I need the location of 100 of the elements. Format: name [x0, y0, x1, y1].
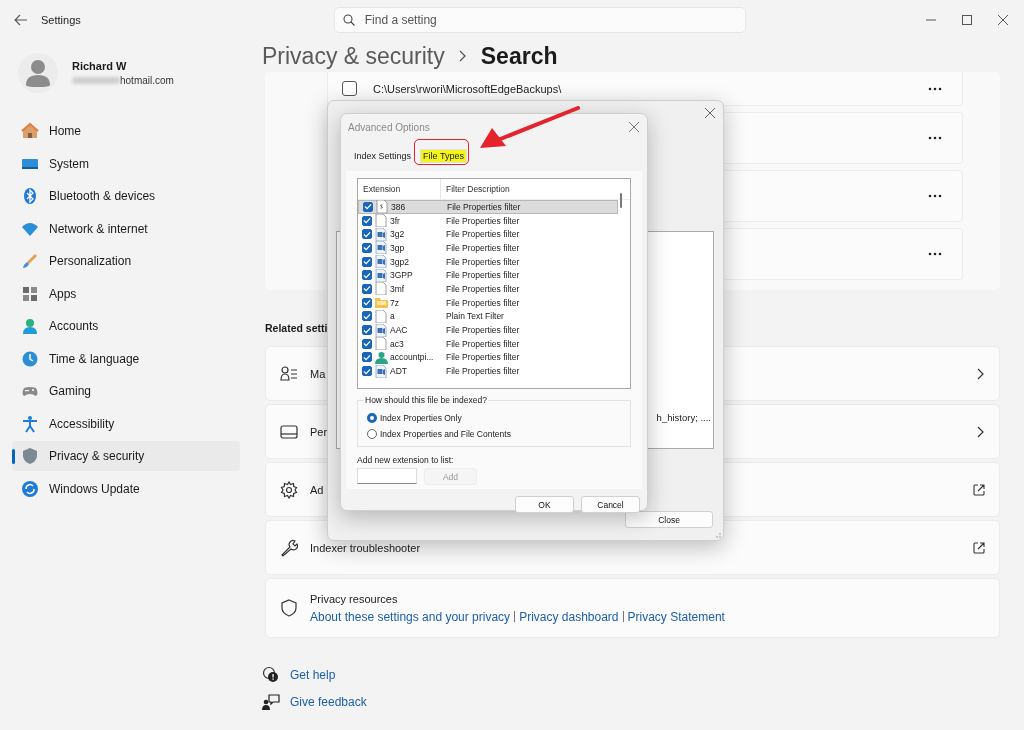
- link[interactable]: Get help: [290, 668, 336, 682]
- house-icon: [21, 122, 39, 140]
- nav-label: Network & internet: [49, 221, 148, 236]
- nav-item[interactable]: Bluetooth & devices: [12, 181, 240, 211]
- search-box[interactable]: Find a setting: [333, 7, 746, 33]
- link[interactable]: About these settings and your privacy: [310, 609, 511, 624]
- filter-text: File Properties filter: [445, 325, 520, 336]
- maximize-icon[interactable]: [962, 15, 972, 25]
- extension-text: 3GPP: [390, 270, 413, 281]
- tab[interactable]: Index Settings: [351, 149, 415, 163]
- search-field[interactable]: Find a setting: [362, 12, 727, 28]
- close-icon[interactable]: [998, 15, 1008, 25]
- nav-item[interactable]: Time & language: [12, 343, 240, 374]
- checkbox[interactable]: [362, 229, 372, 240]
- filter-text: File Properties filter: [445, 297, 520, 308]
- sync-icon: [21, 479, 39, 498]
- nav-label: Time & language: [49, 351, 140, 366]
- card-title: Privacy resources: [310, 592, 399, 605]
- nav-item[interactable]: Accounts: [12, 311, 240, 341]
- list-text: h_history; ....: [656, 412, 711, 423]
- filter-text: File Properties filter: [445, 270, 520, 281]
- checkbox[interactable]: [362, 242, 372, 253]
- nav-item[interactable]: Accessibility: [12, 408, 240, 439]
- link[interactable]: Privacy Statement: [627, 609, 725, 624]
- scrollbar[interactable]: [620, 193, 622, 208]
- file-icon: [375, 337, 388, 351]
- close-icon[interactable]: [705, 108, 715, 118]
- field-label: Add new extension to list:: [357, 455, 455, 465]
- checkbox[interactable]: [362, 270, 372, 281]
- checkbox[interactable]: [362, 215, 372, 226]
- column-header[interactable]: Filter Description: [441, 179, 510, 199]
- resize-grip-icon[interactable]: [715, 532, 721, 538]
- nav-item[interactable]: Gaming: [12, 376, 240, 406]
- close-button[interactable]: Close: [625, 511, 713, 528]
- nav-item[interactable]: Windows Update: [12, 473, 240, 504]
- nav-label: Personalization: [49, 254, 132, 268]
- file-icon: [375, 309, 388, 323]
- extension-text: 3g2: [390, 229, 405, 240]
- checkbox[interactable]: [363, 201, 373, 212]
- person-icon: [375, 350, 388, 364]
- filter-text: File Properties filter: [445, 338, 520, 349]
- checkbox[interactable]: [362, 297, 372, 308]
- checkbox[interactable]: [342, 81, 357, 96]
- checkbox[interactable]: [362, 366, 372, 377]
- file-icon: [376, 200, 389, 214]
- chevron-icon: [977, 367, 985, 380]
- radio-button[interactable]: [367, 413, 377, 423]
- column-header[interactable]: Extension: [358, 179, 441, 199]
- more-icon[interactable]: [928, 252, 942, 256]
- selection-indicator: [12, 449, 15, 464]
- more-icon[interactable]: [928, 194, 942, 198]
- extension-text: 3gp: [390, 242, 405, 253]
- extension-text: 386: [391, 201, 406, 212]
- checkbox[interactable]: [362, 338, 372, 349]
- nav-label: Windows Update: [49, 481, 140, 496]
- extension-text: 3gp2: [390, 256, 409, 267]
- nav-item[interactable]: Personalization: [12, 246, 240, 276]
- nav-label: Gaming: [49, 384, 92, 398]
- more-icon[interactable]: [928, 86, 942, 91]
- help-icon: [262, 666, 280, 684]
- breadcrumb-link[interactable]: Privacy & security: [262, 42, 445, 70]
- link[interactable]: Privacy dashboard: [519, 609, 619, 624]
- checkbox[interactable]: [362, 325, 372, 336]
- cancel-button[interactable]: Cancel: [581, 496, 640, 513]
- window-title: Settings: [41, 14, 81, 26]
- checkbox[interactable]: [362, 283, 372, 294]
- filter-text: File Properties filter: [445, 229, 520, 240]
- tab[interactable]: File Types: [420, 149, 467, 163]
- nav-item[interactable]: System: [12, 148, 240, 179]
- filter-text: Plain Text Filter: [445, 311, 504, 322]
- input-field[interactable]: [357, 468, 417, 484]
- nav-label: Home: [49, 124, 81, 138]
- link[interactable]: Give feedback: [290, 695, 367, 709]
- radio-label: Index Properties and File Contents: [380, 429, 511, 439]
- filter-text: File Properties filter: [445, 283, 520, 294]
- nav-item[interactable]: Home: [12, 116, 240, 146]
- checkbox[interactable]: [362, 256, 372, 267]
- folder-icon: [375, 296, 388, 310]
- selected-row[interactable]: 386 File Properties filter: [358, 200, 618, 214]
- bluetooth-icon: [21, 187, 39, 205]
- globe-clock-icon: [21, 349, 39, 368]
- close-icon[interactable]: [629, 122, 639, 132]
- extension-text: ac3: [390, 338, 404, 349]
- checkbox[interactable]: [362, 311, 372, 322]
- ok-button[interactable]: OK: [515, 496, 574, 513]
- filter-text: File Properties filter: [445, 366, 520, 377]
- checkbox[interactable]: [362, 352, 372, 363]
- extension-text: ADT: [390, 366, 407, 377]
- extension-text: a: [390, 311, 395, 322]
- nav-item[interactable]: Apps: [12, 278, 240, 309]
- back-arrow-icon[interactable]: [14, 14, 28, 26]
- file-icon: [375, 214, 388, 228]
- nav-item[interactable]: Privacy & security: [12, 441, 240, 471]
- folder-path: C:\Users\rwori\MicrosoftEdgeBackups\: [373, 82, 562, 95]
- radio-button[interactable]: [367, 429, 377, 439]
- card-label: Ad: [310, 483, 324, 496]
- external-link-icon: [973, 541, 985, 554]
- extension-text: AAC: [390, 325, 408, 336]
- nav-item[interactable]: Network & internet: [12, 213, 240, 244]
- more-icon[interactable]: [928, 136, 942, 140]
